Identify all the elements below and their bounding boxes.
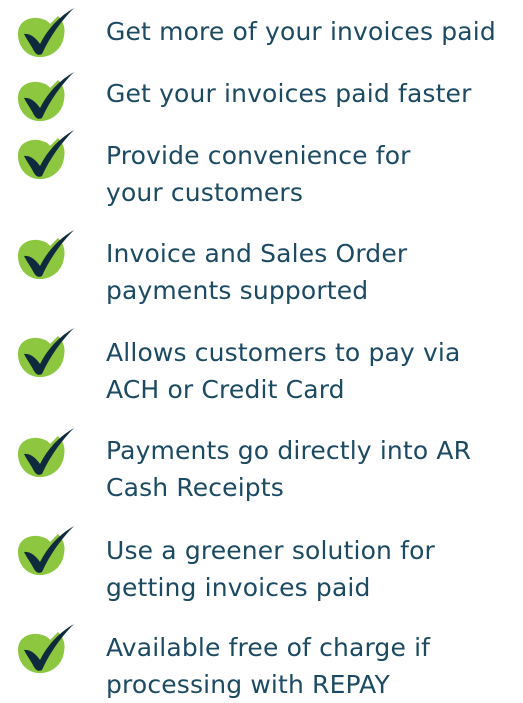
checkmark-icon [18,8,74,58]
benefit-line: Allows customers to pay via [106,338,461,367]
benefit-line: Use a greener solution for [106,536,435,565]
checkmark-icon [18,130,74,180]
benefit-line: Payments go directly into AR [106,436,472,465]
benefit-list: Get more of your invoices paid Get your … [0,0,523,699]
benefit-text: Allows customers to pay via ACH or Credi… [106,334,519,408]
benefit-text: Invoice and Sales Order payments support… [106,235,519,309]
benefit-text: Get more of your invoices paid [106,13,519,50]
checkmark-icon [18,328,74,378]
checkmark-icon [18,72,74,122]
checkmark-icon [18,624,74,674]
benefit-text: Provide convenience for your customers [106,137,519,211]
benefit-line: processing with REPAY [106,670,390,699]
benefit-text: Get your invoices paid faster [106,75,519,112]
checkmark-icon [18,526,74,576]
benefit-line: Provide convenience for [106,141,411,170]
benefit-line: your customers [106,178,304,207]
benefit-text: Available free of charge if processing w… [106,629,519,703]
benefit-text: Payments go directly into AR Cash Receip… [106,432,519,506]
benefit-line: payments supported [106,276,369,305]
benefit-line: Available free of charge if [106,633,431,662]
benefit-line: ACH or Credit Card [106,375,345,404]
checkmark-icon [18,428,74,478]
benefit-text: Use a greener solution for getting invoi… [106,532,519,606]
benefit-line: Get more of your invoices paid [106,17,496,46]
benefit-line: Invoice and Sales Order [106,239,408,268]
benefit-line: Cash Receipts [106,473,284,502]
benefit-line: Get your invoices paid faster [106,79,472,108]
benefit-line: getting invoices paid [106,573,371,602]
checkmark-icon [18,230,74,280]
